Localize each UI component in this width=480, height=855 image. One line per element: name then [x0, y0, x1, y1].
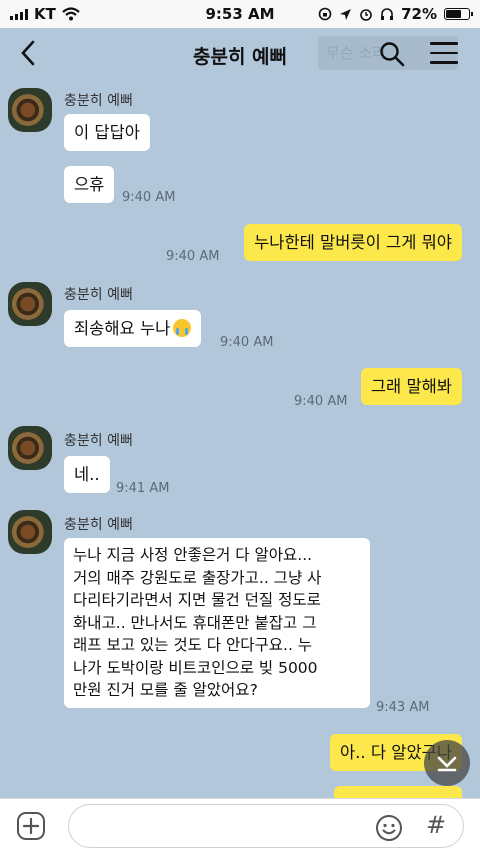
message-input-bar: # — [0, 798, 480, 855]
message-line: 누나 지금 사정 안좋은거 다 알아요... — [73, 546, 313, 564]
battery-icon — [444, 8, 473, 20]
emoji-icon[interactable] — [374, 813, 404, 843]
avatar[interactable] — [8, 426, 52, 470]
my-message-bubble[interactable]: 그래 말해봐 — [360, 368, 462, 405]
chevron-down-icon — [437, 756, 457, 772]
message-line: 나가 도박이랑 비트코인으로 빚 5000 — [73, 658, 318, 677]
hamburger-menu-icon[interactable] — [430, 42, 458, 66]
sender-name: 충분히 예뻐 — [64, 433, 133, 449]
headphones-icon — [381, 8, 394, 20]
avatar[interactable] — [8, 282, 52, 326]
sender-name: 충분히 예뻐 — [64, 287, 133, 303]
message-line: 다리타기라면서 지면 물건 던질 정도로 — [73, 591, 321, 609]
message-line: 래프 보고 있는 것도 다 안다구요.. 누 — [73, 636, 313, 654]
plus-icon[interactable] — [16, 811, 46, 841]
message-input[interactable] — [68, 804, 464, 848]
message-bubble[interactable]: 죄송해요 누나 — [64, 310, 202, 347]
hash-icon[interactable]: # — [426, 811, 446, 839]
search-icon[interactable] — [378, 40, 406, 68]
rotation-lock-icon — [318, 7, 332, 21]
message-bubble[interactable]: 으휴 — [64, 166, 115, 203]
chat-title: 충분히 예뻐 — [192, 46, 287, 68]
sender-name: 충분히 예뻐 — [64, 93, 133, 109]
message-time: 9:40 AM — [122, 190, 176, 205]
message-bubble[interactable]: 이 답답아 — [64, 114, 150, 151]
message-time: 9:41 AM — [116, 481, 170, 496]
scroll-to-bottom-button[interactable] — [424, 740, 470, 786]
message-line: 만원 진거 모를 줄 알았어요? — [73, 681, 258, 699]
avatar[interactable] — [8, 510, 52, 554]
message-bubble[interactable]: 네.. — [64, 456, 110, 493]
sender-name: 충분히 예뻐 — [64, 517, 133, 533]
my-message-bubble[interactable]: 누나한테 말버릇이 그게 뭐야 — [244, 224, 462, 261]
message-text: 죄송해요 누나 — [74, 319, 171, 338]
message-time: 9:40 AM — [294, 394, 348, 409]
message-time: 9:43 AM — [376, 700, 430, 715]
location-icon — [340, 8, 352, 20]
alarm-icon — [360, 9, 372, 21]
crying-face-emoji — [173, 319, 192, 337]
avatar[interactable] — [8, 88, 52, 132]
message-line: 화내고.. 만나서도 휴대폰만 붙잡고 그 — [73, 613, 317, 632]
message-time: 9:40 AM — [166, 249, 220, 264]
chat-header: 무슨 소리 충분히 예뻐 — [0, 28, 480, 80]
message-time: 9:40 AM — [220, 335, 274, 350]
status-bar: KT 9:53 AM 72% — [0, 0, 480, 28]
chat-area[interactable]: 충분히 예뻐 이 답답아 으휴 9:40 AM 누나한테 말버릇이 그게 뭐야 … — [0, 80, 480, 806]
message-bubble[interactable]: 누나 지금 사정 안좋은거 다 알아요... 거의 매주 강원도로 출장가고..… — [64, 538, 370, 708]
message-line: 거의 매주 강원도로 출장가고.. 그냥 사 — [73, 568, 322, 587]
battery-percent: 72% — [401, 5, 437, 23]
